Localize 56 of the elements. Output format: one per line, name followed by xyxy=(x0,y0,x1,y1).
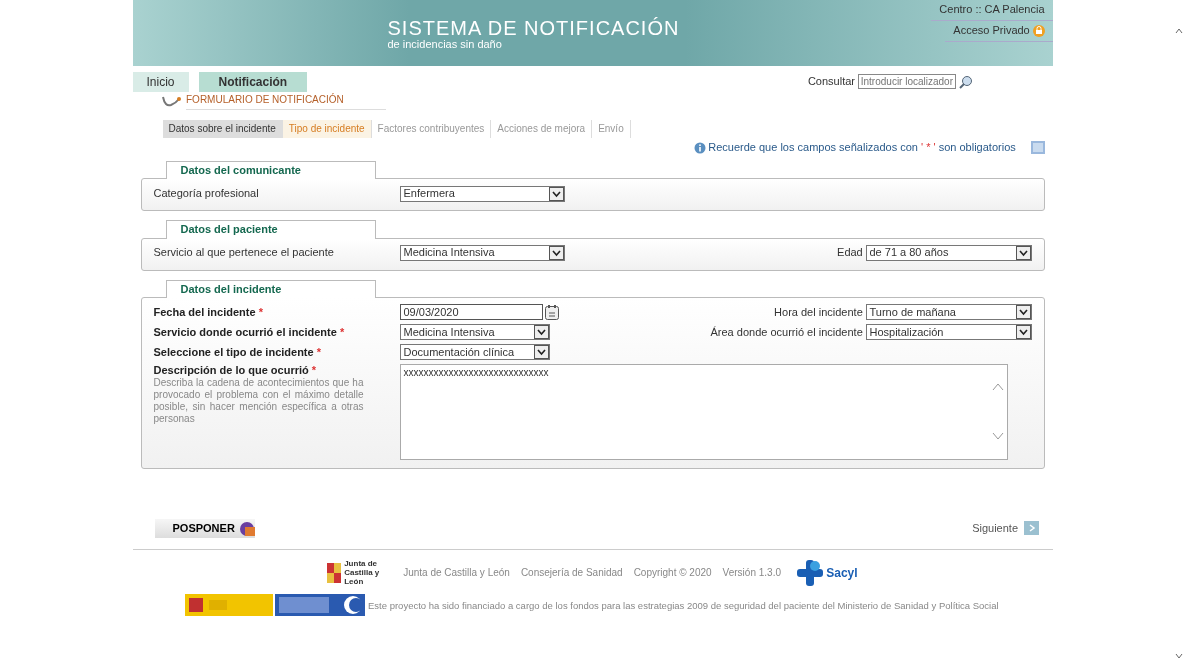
nav-tab[interactable]: Inicio xyxy=(132,71,189,92)
chevron-down-icon xyxy=(533,345,549,360)
search-icon[interactable] xyxy=(958,74,973,89)
search-field[interactable]: Introducir localizador xyxy=(857,74,956,90)
nav-tab[interactable]: Notificación xyxy=(198,71,308,92)
center-label: Centro :: CA Palencia xyxy=(931,0,1053,21)
select-field[interactable]: Medicina Intensiva xyxy=(399,324,550,341)
field-label: Hora del incidente xyxy=(774,305,863,319)
coat-of-arms-icon xyxy=(327,563,342,584)
select-field[interactable]: Enfermera xyxy=(399,185,565,202)
section-legend: Datos del comunicante xyxy=(165,161,376,180)
logo-text: Sacyl xyxy=(826,565,858,581)
field-label: Edad xyxy=(837,246,863,260)
footer-text: Versión 1.3.0 xyxy=(722,567,781,580)
footer-text: Copyright © 2020 xyxy=(633,567,712,580)
cross-logo-icon xyxy=(797,560,824,587)
chevron-down-icon xyxy=(1015,246,1031,261)
select-field[interactable]: Documentación clínica xyxy=(399,344,550,361)
next-link[interactable]: Siguiente xyxy=(972,521,1018,535)
field-label: Fecha del incidente * xyxy=(153,305,264,319)
field-label: Servicio donde ocurrió el incidente * xyxy=(153,325,346,339)
chevron-down-icon xyxy=(533,325,549,340)
field-label: Área donde ocurrió el incidente xyxy=(710,325,863,339)
app-title: SISTEMA DE NOTIFICACIÓN xyxy=(387,18,680,38)
form-tab[interactable]: Datos sobre el incidente xyxy=(162,120,283,138)
postpone-button[interactable]: POSPONER xyxy=(154,518,255,538)
section-legend: Datos del paciente xyxy=(165,220,376,239)
logo-text: Junta de Castilla y León xyxy=(344,559,381,587)
app-subtitle: de incidencias sin daño xyxy=(387,38,503,52)
description-textarea[interactable]: xxxxxxxxxxxxxxxxxxxxxxxxxxxxx xyxy=(399,363,1008,460)
select-field[interactable]: Hospitalización xyxy=(865,324,1032,341)
chevron-down-icon xyxy=(1015,305,1031,320)
field-label: Categoría profesional xyxy=(153,187,260,201)
scroll-up-icon[interactable] xyxy=(1175,28,1183,34)
date-field[interactable]: 09/03/2020 xyxy=(399,304,543,321)
chevron-down-icon xyxy=(1015,325,1031,340)
select-field[interactable]: Turno de mañana xyxy=(865,304,1032,321)
select-field[interactable]: Medicina Intensiva xyxy=(399,245,565,262)
field-label: Seleccione el tipo de incidente * xyxy=(153,345,322,359)
calendar-icon[interactable] xyxy=(545,304,560,320)
scroll-down-icon[interactable] xyxy=(1175,653,1183,659)
chevron-down-icon xyxy=(548,246,564,261)
footer-text: Consejería de Sanidad xyxy=(520,567,623,580)
section-legend: Datos del incidente xyxy=(165,279,376,298)
funding-text: Este proyecto ha sido financiado a cargo de los fondos para las estrategias 2009 de seguridad del paciente del Ministerio de Sanidad y Política Social xyxy=(368,599,999,611)
required-note: Recuerde que los campos señalizados con ' * ' son obligatorios xyxy=(708,141,1016,155)
field-hint: Describa la cadena de acontecimientos que ha provocado el problema con el máximo detalle posible, sin hacer mención específica a otras personas xyxy=(153,376,364,425)
select-field[interactable]: de 71 a 80 años xyxy=(865,245,1032,262)
private-access-link[interactable]: Acceso Privado xyxy=(953,24,1030,38)
footer-text: Junta de Castilla y León xyxy=(403,567,510,580)
form-title: FORMULARIO DE NOTIFICACIÓN xyxy=(186,94,386,110)
search-label: Consultar xyxy=(807,75,855,89)
field-label: Descripción de lo que ocurrió * xyxy=(153,363,317,376)
info-icon xyxy=(693,141,706,154)
field-label: Servicio al que pertenece el paciente xyxy=(153,246,335,260)
chevron-down-icon xyxy=(548,186,564,201)
